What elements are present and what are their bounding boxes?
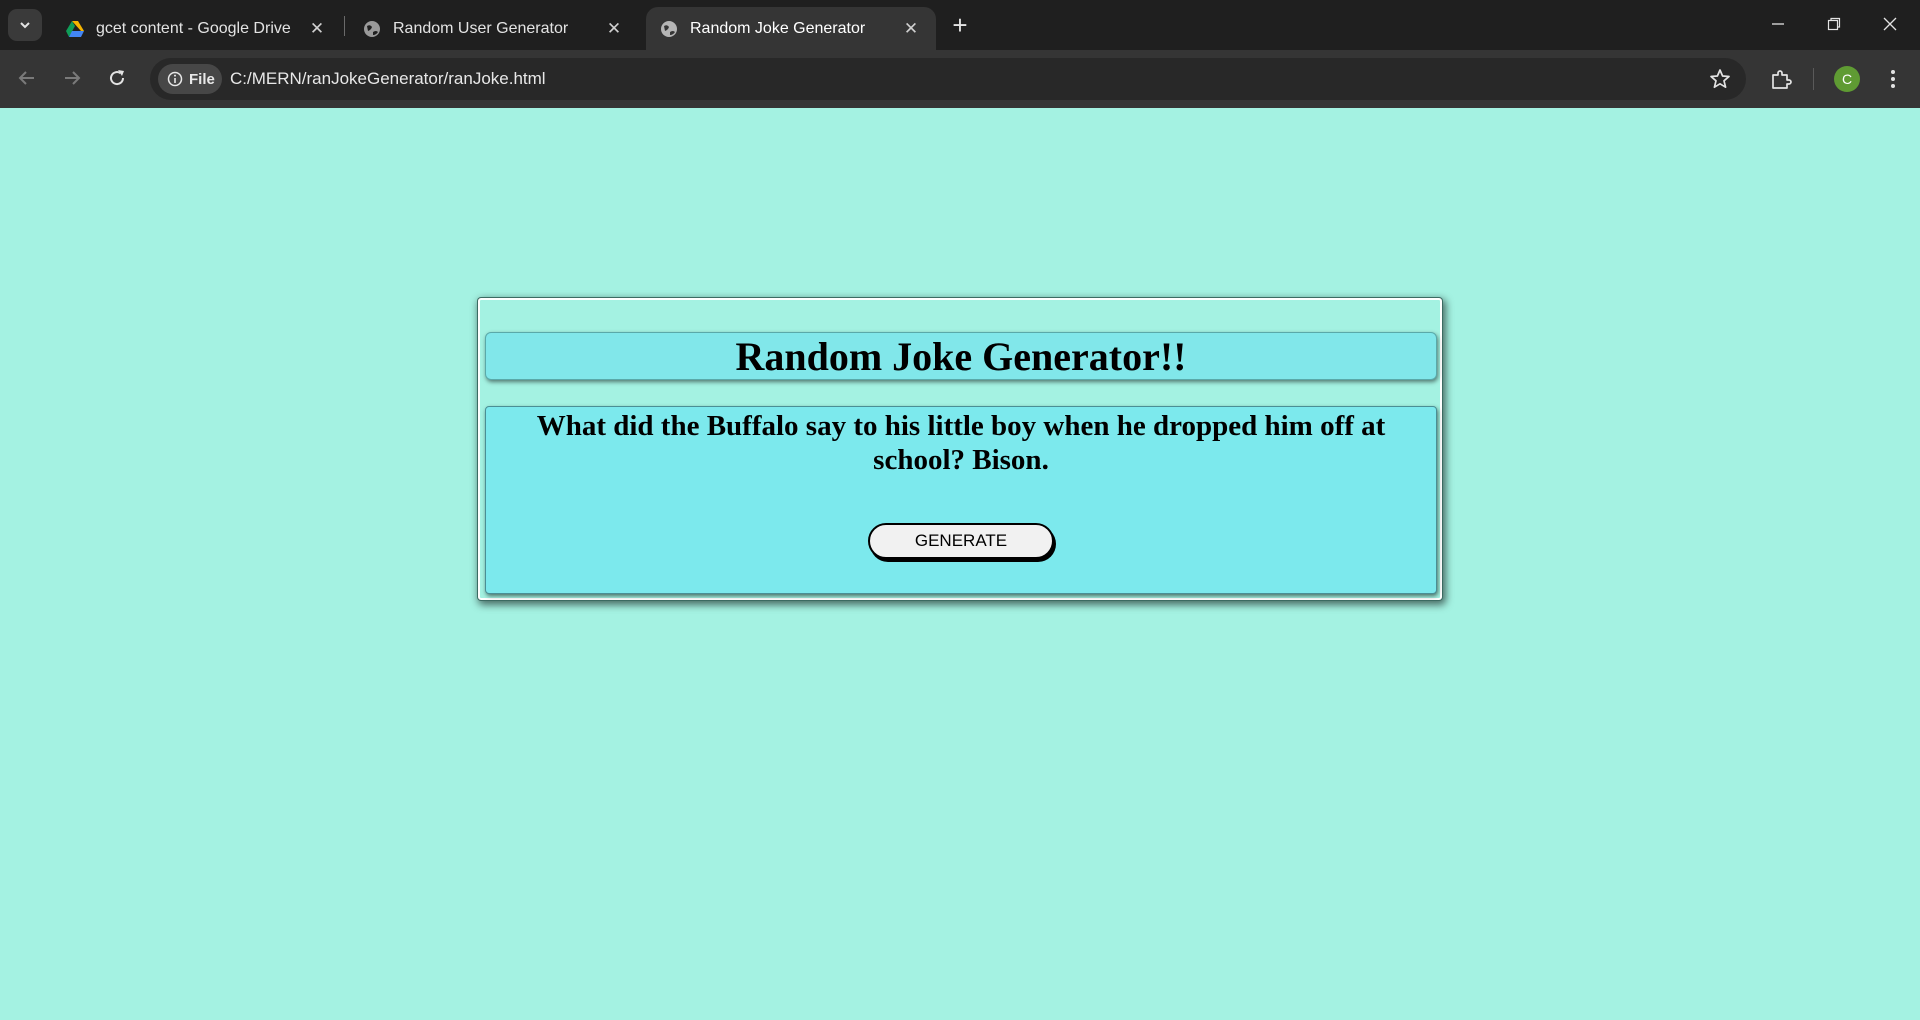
tab-separator	[344, 16, 345, 36]
kebab-menu-icon	[1891, 70, 1895, 88]
minimize-icon	[1772, 23, 1784, 25]
reload-button[interactable]	[99, 60, 135, 96]
new-tab-button[interactable]: +	[946, 12, 974, 40]
tab-random-user-generator[interactable]: Random User Generator ✕	[349, 7, 639, 50]
close-icon	[1883, 17, 1897, 31]
tab-title: gcet content - Google Drive	[96, 19, 291, 37]
tab-title: Random User Generator	[393, 19, 569, 37]
close-window-button[interactable]	[1862, 0, 1918, 48]
tab-random-joke-generator[interactable]: Random Joke Generator ✕	[646, 7, 936, 50]
tab-search-button[interactable]	[8, 9, 42, 41]
menu-button[interactable]	[1876, 62, 1910, 96]
forward-arrow-icon	[65, 71, 81, 85]
reload-icon	[110, 70, 125, 86]
restore-button[interactable]	[1806, 0, 1862, 48]
avatar: C	[1834, 66, 1860, 92]
joke-text: What did the Buffalo say to his little b…	[536, 410, 1386, 476]
joke-box: What did the Buffalo say to his little b…	[485, 406, 1437, 594]
google-drive-icon	[66, 20, 84, 38]
globe-icon	[363, 20, 381, 38]
info-icon	[167, 71, 183, 87]
tab-google-drive[interactable]: gcet content - Google Drive ✕	[52, 7, 342, 50]
toolbar-separator	[1813, 68, 1814, 90]
address-bar[interactable]: File C:/MERN/ranJokeGenerator/ranJoke.ht…	[150, 58, 1746, 100]
joke-card: Random Joke Generator!! What did the Buf…	[478, 298, 1442, 600]
tab-title: Random Joke Generator	[690, 19, 866, 37]
minimize-button[interactable]	[1750, 0, 1806, 48]
profile-button[interactable]: C	[1830, 62, 1864, 96]
heading-box: Random Joke Generator!!	[485, 332, 1437, 380]
page-title: Random Joke Generator!!	[735, 333, 1187, 379]
generate-button[interactable]: GENERATE	[868, 523, 1054, 559]
restore-icon	[1827, 17, 1841, 31]
bookmark-star-icon[interactable]	[1708, 67, 1732, 91]
browser-titlebar: gcet content - Google Drive ✕ Random Use…	[0, 0, 1920, 50]
scheme-label: File	[189, 70, 215, 88]
close-tab-icon[interactable]: ✕	[306, 18, 328, 40]
back-arrow-icon	[18, 71, 34, 85]
close-tab-icon[interactable]: ✕	[900, 18, 922, 40]
browser-toolbar: File C:/MERN/ranJokeGenerator/ranJoke.ht…	[0, 50, 1920, 108]
close-tab-icon[interactable]: ✕	[603, 18, 625, 40]
back-button[interactable]	[9, 60, 45, 96]
extensions-button[interactable]	[1764, 62, 1798, 96]
url-text[interactable]: C:/MERN/ranJokeGenerator/ranJoke.html	[230, 69, 546, 89]
site-info-chip[interactable]: File	[158, 64, 222, 94]
puzzle-icon	[1772, 70, 1792, 89]
forward-button[interactable]	[54, 60, 90, 96]
chevron-down-icon	[20, 22, 30, 29]
globe-icon	[660, 20, 678, 38]
